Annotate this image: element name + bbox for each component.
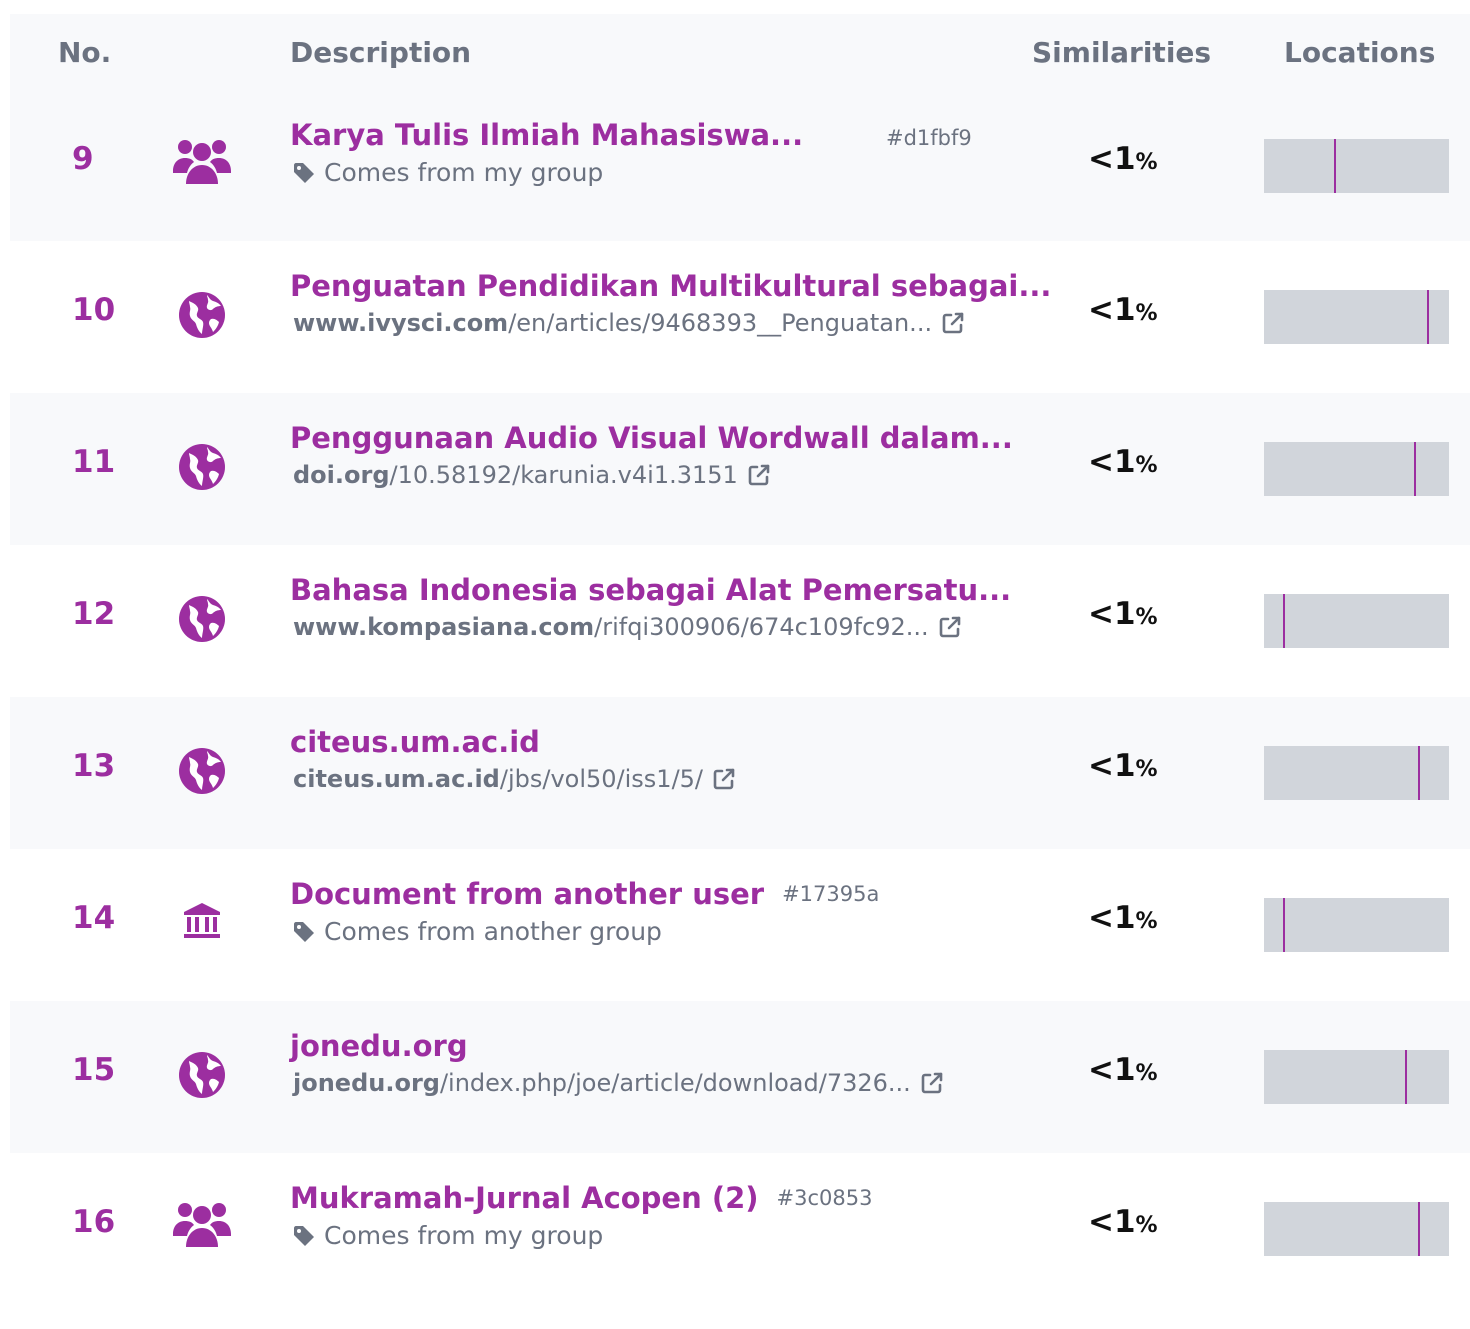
table-row[interactable]: 14 Document from another user #17395a Com… (10, 849, 1470, 1001)
source-origin-label: Comes from another group (324, 917, 662, 946)
row-number: 14 (72, 900, 116, 936)
location-bar[interactable] (1264, 1050, 1449, 1104)
url-domain: doi.org (293, 461, 390, 489)
source-hash: #d1fbf9 (886, 126, 972, 150)
source-origin-label: Comes from my group (324, 1221, 604, 1250)
globe-icon (172, 1048, 232, 1102)
row-number: 12 (72, 596, 116, 632)
url-path: /en/articles/9468393__Penguatan... (508, 309, 933, 337)
source-origin-label: Comes from my group (324, 158, 604, 187)
source-origin: Comes from another group (292, 917, 662, 946)
location-marker[interactable] (1334, 139, 1336, 193)
source-title-link[interactable]: Mukramah-Jurnal Acopen (2) #3c0853 (290, 1181, 872, 1215)
source-hash: #17395a (782, 882, 880, 906)
table-row[interactable]: 9 Karya Tulis Ilmiah Mahasiswa... #d1fbf… (10, 90, 1470, 241)
source-title-link[interactable]: Bahasa Indonesia sebagai Alat Pemersatu.… (290, 573, 1011, 607)
location-marker[interactable] (1405, 1050, 1407, 1104)
url-domain: www.kompasiana.com (293, 613, 595, 641)
table-row[interactable]: 12 Bahasa Indonesia sebagai Alat Pemersa… (10, 545, 1470, 697)
similarity-value: <1% (1088, 1052, 1158, 1088)
globe-icon (172, 744, 232, 798)
row-number: 15 (72, 1052, 116, 1088)
location-bar[interactable] (1264, 746, 1449, 800)
similarity-value: <1% (1088, 444, 1158, 480)
location-marker[interactable] (1418, 746, 1420, 800)
location-bar[interactable] (1264, 594, 1449, 648)
source-url-link[interactable]: doi.org/10.58192/karunia.v4i1.3151 (293, 461, 771, 489)
url-path: /10.58192/karunia.v4i1.3151 (389, 461, 738, 489)
external-link-icon[interactable] (920, 1071, 944, 1095)
external-link-icon[interactable] (747, 463, 771, 487)
location-bar[interactable] (1264, 1202, 1449, 1256)
institution-icon (172, 894, 232, 948)
tag-icon (292, 920, 316, 944)
similarity-value: <1% (1088, 748, 1158, 784)
table-row[interactable]: 11 Penggunaan Audio Visual Wordwall dala… (10, 393, 1470, 545)
globe-icon (172, 592, 232, 646)
source-hash: #3c0853 (776, 1186, 873, 1210)
tag-icon (292, 161, 316, 185)
table-row[interactable]: 10 Penguatan Pendidikan Multikultural se… (10, 241, 1470, 393)
row-number: 9 (72, 141, 94, 177)
external-link-icon[interactable] (938, 615, 962, 639)
header-no: No. (58, 36, 112, 69)
table-row[interactable]: 15 jonedu.org jonedu.org/index.php/joe/a… (10, 1001, 1470, 1153)
sources-table: No. Description Similarities Locations 9… (10, 14, 1470, 1305)
source-title-link[interactable]: Karya Tulis Ilmiah Mahasiswa... (290, 118, 803, 152)
url-path: /rifqi300906/674c109fc92... (594, 613, 929, 641)
similarity-value: <1% (1088, 900, 1158, 936)
globe-icon (172, 440, 232, 494)
header-similarities: Similarities (1032, 36, 1212, 69)
similarity-value: <1% (1088, 596, 1158, 632)
source-origin: Comes from my group (292, 1221, 603, 1250)
table-row[interactable]: 13 citeus.um.ac.id citeus.um.ac.id/jbs/v… (10, 697, 1470, 849)
table-row[interactable]: 16 Mukramah-Jurnal Acopen (2) #3c0853 Com… (10, 1153, 1470, 1305)
tag-icon (292, 1224, 316, 1248)
location-bar[interactable] (1264, 290, 1449, 344)
globe-icon (172, 288, 232, 342)
row-number: 13 (72, 748, 116, 784)
source-title-link[interactable]: jonedu.org (290, 1029, 468, 1063)
source-title-link[interactable]: Penguatan Pendidikan Multikultural sebag… (290, 269, 1051, 303)
location-bar[interactable] (1264, 139, 1449, 193)
similarity-value: <1% (1088, 292, 1158, 328)
location-marker[interactable] (1283, 594, 1285, 648)
url-domain: www.ivysci.com (293, 309, 509, 337)
location-bar[interactable] (1264, 898, 1449, 952)
group-icon (172, 1197, 232, 1251)
location-marker[interactable] (1418, 1202, 1420, 1256)
source-url-link[interactable]: jonedu.org/index.php/joe/article/downloa… (293, 1069, 944, 1097)
url-domain: jonedu.org (293, 1069, 440, 1097)
url-domain: citeus.um.ac.id (293, 765, 500, 793)
row-number: 11 (72, 444, 116, 480)
source-title-link[interactable]: citeus.um.ac.id (290, 725, 540, 759)
location-marker[interactable] (1427, 290, 1429, 344)
source-title-link[interactable]: Document from another user #17395a (290, 877, 879, 911)
source-title-link[interactable]: Penggunaan Audio Visual Wordwall dalam..… (290, 421, 1013, 455)
row-number: 10 (72, 292, 116, 328)
source-url-link[interactable]: citeus.um.ac.id/jbs/vol50/iss1/5/ (293, 765, 736, 793)
external-link-icon[interactable] (941, 311, 965, 335)
location-marker[interactable] (1414, 442, 1416, 496)
source-origin: Comes from my group (292, 158, 603, 187)
similarity-value: <1% (1088, 1204, 1158, 1240)
url-path: /index.php/joe/article/download/7326... (439, 1069, 911, 1097)
header-description: Description (290, 36, 472, 69)
similarity-value: <1% (1088, 141, 1158, 177)
table-header: No. Description Similarities Locations (10, 14, 1470, 90)
row-number: 16 (72, 1204, 116, 1240)
header-locations: Locations (1284, 36, 1436, 69)
source-url-link[interactable]: www.ivysci.com/en/articles/9468393__Peng… (293, 309, 965, 337)
source-url-link[interactable]: www.kompasiana.com/rifqi300906/674c109fc… (293, 613, 962, 641)
external-link-icon[interactable] (712, 767, 736, 791)
group-icon (172, 134, 232, 188)
location-marker[interactable] (1283, 898, 1285, 952)
url-path: /jbs/vol50/iss1/5/ (499, 765, 704, 793)
location-bar[interactable] (1264, 442, 1449, 496)
